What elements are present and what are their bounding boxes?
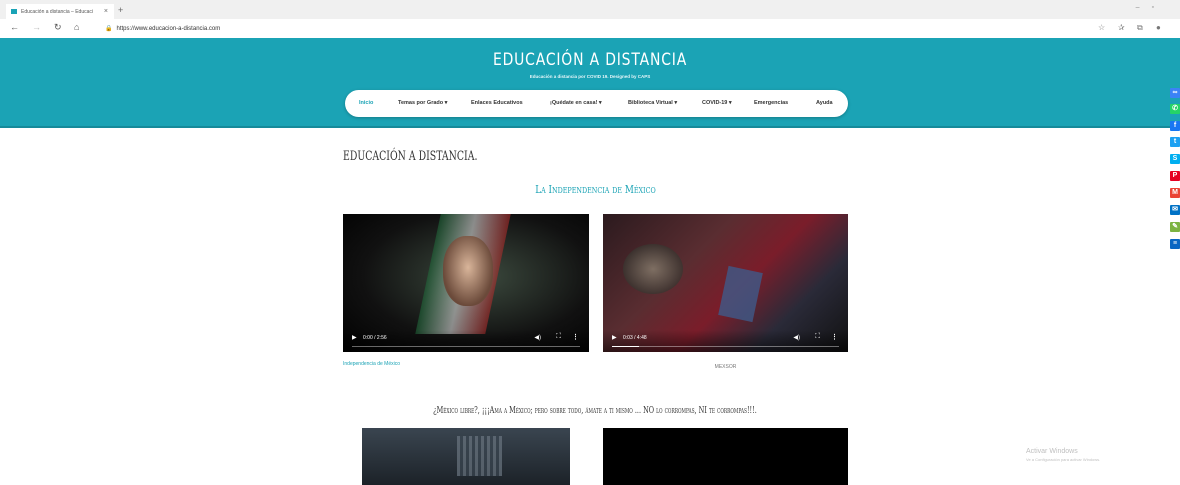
scene-graphic bbox=[457, 436, 502, 476]
volume-icon[interactable]: ◀) bbox=[793, 334, 800, 341]
fullscreen-icon[interactable]: ⛶ bbox=[556, 333, 561, 341]
twitter-icon[interactable]: t bbox=[1170, 137, 1180, 147]
windows-activation-notice: Activar Windows Ve a Configuración para … bbox=[1026, 448, 1100, 462]
back-icon[interactable]: ← bbox=[10, 22, 19, 32]
nav-item-biblioteca[interactable]: Biblioteca Virtual ▾ bbox=[628, 100, 677, 106]
facebook-icon[interactable]: f bbox=[1170, 121, 1180, 131]
nav-item-emergencias[interactable]: Emergencias bbox=[754, 100, 788, 106]
video-time: 0:00 / 2:56 bbox=[363, 335, 387, 341]
tab-title: Educación a distancia – Educaci bbox=[21, 8, 93, 15]
home-icon[interactable]: ⌂ bbox=[74, 22, 79, 32]
video-caption-2: MEXSOR bbox=[714, 364, 737, 370]
favorites-icon[interactable]: ✰ bbox=[1118, 23, 1125, 32]
video-controls: ▶ 0:00 / 2:56 ◀) ⛶ ⋮ bbox=[343, 330, 589, 352]
new-tab-button[interactable]: + bbox=[118, 5, 123, 15]
site-header: EDUCACIÓN A DISTANCIA Educación a distan… bbox=[0, 38, 1180, 128]
activation-detail: Ve a Configuración para activar Windows. bbox=[1026, 457, 1101, 462]
more-options-icon[interactable]: ⋮ bbox=[831, 333, 838, 341]
video-player-3[interactable] bbox=[362, 428, 570, 485]
nav-item-enlaces[interactable]: Enlaces Educativos bbox=[471, 100, 523, 106]
browser-tab-bar: Educación a distancia – Educaci × + –▫ bbox=[0, 0, 1180, 19]
volume-icon[interactable]: ◀) bbox=[534, 334, 541, 341]
nav-item-quedate[interactable]: ¡Quédate en casa! ▾ bbox=[550, 100, 602, 106]
nav-item-covid[interactable]: COVID-19 ▾ bbox=[702, 100, 732, 106]
skype-icon[interactable]: S bbox=[1170, 154, 1180, 164]
medal-graphic bbox=[623, 244, 683, 294]
site-subtitle: Educación a distancia por COVID 19. Desi… bbox=[529, 74, 651, 79]
pinterest-icon[interactable]: P bbox=[1170, 171, 1180, 181]
site-title[interactable]: EDUCACIÓN A DISTANCIA bbox=[106, 50, 1074, 70]
activation-title: Activar Windows bbox=[1026, 448, 1078, 455]
forward-icon[interactable]: → bbox=[32, 22, 41, 32]
favorite-star-icon[interactable]: ☆ bbox=[1098, 23, 1105, 32]
main-nav: Inicio Temas por Grado ▾ Enlaces Educati… bbox=[345, 90, 848, 117]
email-icon[interactable]: ✉ bbox=[1170, 205, 1180, 215]
profile-icon[interactable]: ● bbox=[1156, 23, 1161, 32]
nav-item-inicio[interactable]: Inicio bbox=[359, 100, 373, 106]
play-icon[interactable]: ▶ bbox=[352, 334, 357, 341]
share-link-icon[interactable]: ∞ bbox=[1170, 88, 1180, 98]
more-options-icon[interactable]: ⋮ bbox=[572, 333, 579, 341]
quote-heading: ¿México libre?, ¡¡¡Ama a México; pero so… bbox=[433, 406, 757, 416]
browser-tab[interactable]: Educación a distancia – Educaci × bbox=[6, 4, 114, 19]
video-progress-bar[interactable] bbox=[612, 346, 839, 347]
url-text: https://www.educacion-a-distancia.com bbox=[116, 26, 221, 32]
nav-item-temas[interactable]: Temas por Grado ▾ bbox=[398, 100, 447, 106]
video-progress-fill bbox=[612, 346, 640, 347]
video-time: 0:03 / 4:48 bbox=[623, 335, 647, 341]
whatsapp-icon[interactable]: ✆ bbox=[1170, 104, 1180, 114]
section-title: La Independencia de México bbox=[535, 183, 656, 196]
window-controls[interactable]: –▫ bbox=[1136, 4, 1166, 11]
more-share-icon[interactable]: ≡ bbox=[1170, 239, 1180, 249]
tab-close-icon[interactable]: × bbox=[104, 8, 108, 15]
play-icon[interactable]: ▶ bbox=[612, 334, 617, 341]
video-player-1[interactable]: ▶ 0:00 / 2:56 ◀) ⛶ ⋮ bbox=[343, 214, 589, 352]
video-player-4[interactable] bbox=[603, 428, 848, 485]
site-favicon-icon bbox=[11, 9, 17, 14]
video-controls: ▶ 0:03 / 4:48 ◀) ⛶ ⋮ bbox=[603, 330, 848, 352]
video-progress-bar[interactable] bbox=[352, 346, 580, 347]
ribbon-graphic bbox=[718, 265, 763, 323]
sms-icon[interactable]: ✎ bbox=[1170, 222, 1180, 232]
video-player-2[interactable]: ▶ 0:03 / 4:48 ◀) ⛶ ⋮ bbox=[603, 214, 848, 352]
fullscreen-icon[interactable]: ⛶ bbox=[815, 333, 820, 341]
lock-icon: 🔒 bbox=[105, 26, 113, 32]
video-caption-1[interactable]: Independencia de México bbox=[343, 361, 400, 367]
portrait-graphic bbox=[443, 236, 493, 306]
gmail-icon[interactable]: M bbox=[1170, 188, 1180, 198]
nav-item-ayuda[interactable]: Ayuda bbox=[816, 100, 833, 106]
address-bar: ← → ↻ ⌂ 🔒 https://www.educacion-a-distanc… bbox=[0, 19, 1180, 39]
collections-icon[interactable]: ⧉ bbox=[1137, 23, 1143, 33]
page-title: EDUCACIÓN A DISTANCIA. bbox=[343, 149, 478, 164]
refresh-icon[interactable]: ↻ bbox=[54, 22, 62, 33]
url-field[interactable]: 🔒 https://www.educacion-a-distancia.com bbox=[105, 25, 220, 32]
